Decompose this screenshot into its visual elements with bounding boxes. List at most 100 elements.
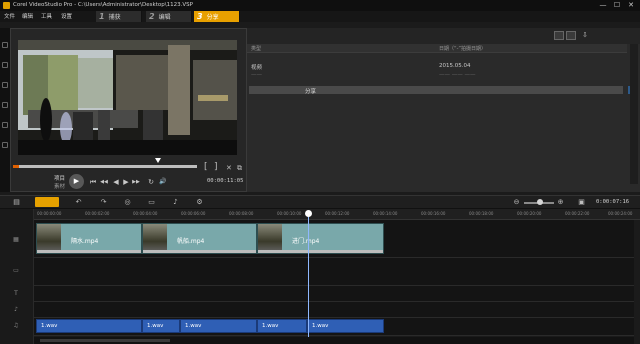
audio-clip-label: 1.wav (147, 323, 164, 329)
zoom-out-icon[interactable]: ⊖ (510, 197, 523, 207)
scrub-bar[interactable] (13, 165, 197, 168)
player-timecode[interactable]: 00:00:11:05 (207, 178, 243, 186)
audio-clip[interactable]: 1.wav (180, 319, 257, 333)
video-clip[interactable]: 进门.mp4 (257, 223, 384, 254)
zoom-slider-handle[interactable] (537, 199, 543, 205)
audio-clip[interactable]: 1.wav (142, 319, 180, 333)
library-header (247, 44, 627, 53)
ruler-label: 00:00:02:00 (85, 211, 110, 216)
overlay-track-icon[interactable]: ▭ (10, 267, 22, 275)
media-icon[interactable] (2, 42, 8, 48)
step-number: 3 (197, 12, 203, 21)
fit-project-icon[interactable]: ▣ (575, 197, 588, 207)
timeline-timecode[interactable]: 0:00:07:16 (596, 199, 629, 205)
zoom-in-icon[interactable]: ⊕ (554, 197, 567, 207)
playhead-handle[interactable] (305, 210, 312, 217)
ruler-label: 00:00:22:00 (565, 211, 590, 216)
video-track-icon[interactable]: ▦ (10, 236, 22, 244)
overlay-track[interactable] (34, 258, 634, 286)
playhead-line[interactable] (308, 214, 309, 344)
filter-icon[interactable] (2, 122, 8, 128)
timeline-scrollbar-thumb[interactable] (40, 339, 170, 342)
import-icon[interactable]: ⇩ (582, 31, 592, 40)
path-icon[interactable] (2, 142, 8, 148)
cut-button[interactable]: ✕ (226, 164, 232, 172)
row-type[interactable]: —— (251, 72, 262, 78)
tab-edit[interactable]: 2 编辑 (146, 11, 192, 22)
title-icon[interactable] (2, 82, 8, 88)
transition-icon[interactable] (2, 62, 8, 68)
list-view-icon[interactable] (554, 31, 564, 40)
graphic-icon[interactable] (2, 102, 8, 108)
video-clip[interactable]: 隔水.mp4 (36, 223, 142, 254)
library-scrollbar[interactable] (630, 44, 638, 184)
next-button[interactable]: ▶▶ (131, 177, 141, 187)
clip-label: 隔水.mp4 (71, 238, 99, 245)
audio-clip-label: 1.wav (41, 323, 58, 329)
row-date[interactable]: —— —— —— (439, 72, 476, 78)
audio-clip[interactable]: 1.wav (257, 319, 307, 333)
tab-capture[interactable]: 1 捕获 (96, 11, 142, 22)
effects-icon[interactable]: ⚙ (193, 197, 206, 207)
step-back-button[interactable]: ◀ (111, 177, 121, 187)
scrub-handle[interactable] (155, 158, 161, 163)
mark-in-button[interactable]: [ (204, 162, 208, 172)
clip-mode-label[interactable]: 素材 (54, 182, 65, 190)
video-preview[interactable] (18, 40, 237, 155)
ruler-label: 00:00:18:00 (469, 211, 494, 216)
column-date[interactable]: 日期（“-”拍摄日期） (439, 45, 486, 52)
column-type[interactable]: 类型 (251, 45, 261, 52)
voice-track-icon[interactable]: ♪ (10, 306, 22, 314)
video-clip[interactable]: 帆船.mp4 (142, 223, 257, 254)
ruler-label: 00:00:00:00 (37, 211, 62, 216)
undo-icon[interactable]: ↶ (72, 197, 85, 207)
step-number: 1 (99, 12, 105, 21)
timeline-view-icon[interactable] (35, 197, 59, 207)
clip-status-bar (37, 250, 141, 253)
play-button[interactable]: ▶ (69, 174, 84, 189)
minimize-button[interactable]: — (598, 1, 608, 10)
share-group-label: 分享 (305, 89, 317, 95)
home-button[interactable]: ⏮ (88, 177, 98, 187)
step-number: 2 (149, 12, 155, 21)
clip-label: 帆船.mp4 (177, 238, 205, 245)
sound-mixer-icon[interactable]: ♪ (169, 197, 182, 207)
scrub-start-marker[interactable] (13, 165, 19, 168)
audio-clip-label: 1.wav (312, 323, 329, 329)
tab-share[interactable]: 3 分享 (194, 11, 240, 22)
menu-file[interactable]: 文件 (4, 12, 15, 20)
music-track-icon[interactable]: ♫ (10, 322, 22, 330)
clip-status-bar (143, 250, 256, 253)
title-safe-icon[interactable]: ▭ (145, 197, 158, 207)
audio-clip[interactable]: 1.wav (307, 319, 384, 333)
menu-settings[interactable]: 设置 (61, 12, 72, 20)
clip-thumbnail (258, 224, 282, 253)
clip-label: 进门.mp4 (292, 238, 320, 245)
storyboard-view-icon[interactable]: ▤ (10, 197, 23, 207)
title-track[interactable] (34, 286, 634, 302)
thumbnail-view-icon[interactable] (566, 31, 576, 40)
record-capture-icon[interactable]: ◎ (121, 197, 134, 207)
volume-button[interactable]: 🔊 (158, 177, 168, 187)
title-track-icon[interactable]: T (10, 290, 22, 298)
step-forward-button[interactable]: ▶ (121, 177, 131, 187)
audio-clip[interactable]: 1.wav (36, 319, 142, 333)
enlarge-button[interactable]: ⧉ (237, 164, 242, 173)
close-button[interactable]: ✕ (626, 1, 636, 10)
ruler-label: 00:00:04:00 (133, 211, 158, 216)
menu-edit[interactable]: 编辑 (22, 12, 33, 20)
row-date[interactable]: 2015.05.04 (439, 63, 471, 69)
ruler-label: 00:00:10:00 (277, 211, 302, 216)
project-mode-label[interactable]: 项目 (54, 174, 65, 182)
maximize-button[interactable]: ☐ (612, 1, 622, 10)
previous-button[interactable]: ◀◀ (99, 177, 109, 187)
step-label: 编辑 (158, 14, 171, 21)
redo-icon[interactable]: ↷ (97, 197, 110, 207)
row-type[interactable]: 视频 (251, 63, 262, 71)
menu-tools[interactable]: 工具 (41, 12, 52, 20)
voice-track[interactable] (34, 302, 634, 318)
repeat-button[interactable]: ↻ (146, 177, 156, 187)
audio-clip-label: 1.wav (262, 323, 279, 329)
app-logo-icon (3, 2, 10, 9)
mark-out-button[interactable]: ] (214, 162, 218, 172)
